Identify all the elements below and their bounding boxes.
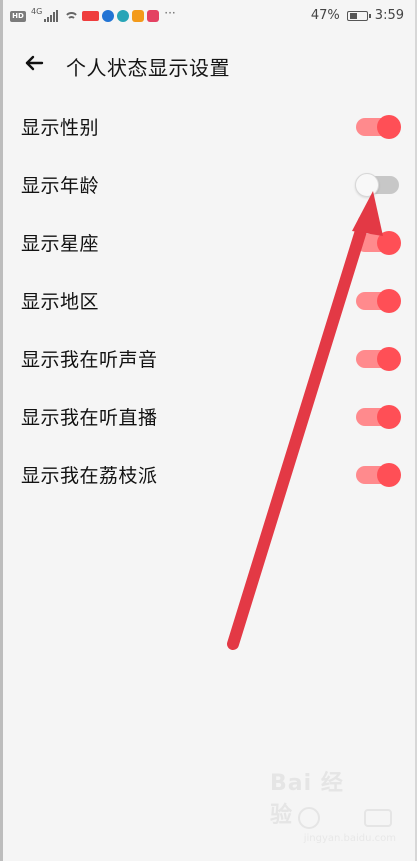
network-type-label: 4G	[31, 6, 43, 16]
setting-label: 显示我在荔枝派	[21, 465, 158, 487]
region-toggle[interactable]	[356, 289, 401, 313]
setting-row-region: 显示地区	[0, 272, 417, 330]
gender-toggle[interactable]	[356, 115, 401, 139]
paw-logo-icon	[298, 807, 320, 829]
hd-icon: HD	[10, 10, 26, 22]
toggle-knob	[355, 173, 379, 197]
battery-percentage: 47%	[310, 8, 340, 23]
setting-row-lizhi-status: 显示我在荔枝派	[0, 446, 417, 504]
arrow-left-icon	[25, 55, 44, 71]
watermark-box-icon	[364, 809, 392, 827]
listening-live-toggle[interactable]	[356, 405, 401, 429]
more-notifications-indicator: ···	[164, 6, 176, 20]
setting-label: 显示性别	[21, 117, 100, 139]
status-bar: HD 4G ··· 47% 3:59	[0, 0, 417, 34]
setting-row-listening-audio: 显示我在听声音	[0, 330, 417, 388]
music-app-icon	[102, 10, 115, 22]
setting-label: 显示我在听声音	[21, 349, 158, 371]
privacy-settings-list: 显示性别 显示年龄 显示星座 显示地区 显示我在听声音 显示我在听直播 显示我在…	[0, 98, 417, 504]
lizhi-status-toggle[interactable]	[356, 463, 401, 487]
setting-row-listening-live: 显示我在听直播	[0, 388, 417, 446]
setting-label: 显示年龄	[21, 175, 100, 197]
settings-screen: HD 4G ··· 47% 3:59 个人状态显示设置 显示性别 显示年龄 显示…	[0, 0, 417, 861]
video-app-icon	[132, 10, 145, 22]
toggle-knob	[377, 231, 401, 255]
age-toggle[interactable]	[355, 173, 399, 197]
setting-label: 显示地区	[21, 291, 100, 313]
status-time: 3:59	[374, 8, 404, 23]
notification-app-icon	[82, 11, 100, 21]
back-button[interactable]	[22, 48, 48, 78]
setting-row-zodiac: 显示星座	[0, 214, 417, 272]
toggle-knob	[377, 463, 401, 487]
watermark-brand-text: Bai 经验	[270, 771, 344, 828]
message-app-icon	[147, 10, 160, 22]
watermark-url: jingyan.baidu.com	[303, 833, 396, 844]
setting-row-gender: 显示性别	[0, 98, 417, 156]
status-right-info: 47% 3:59	[311, 8, 404, 23]
status-left-icons: HD 4G ···	[10, 6, 176, 23]
setting-row-age: 显示年龄	[0, 156, 417, 214]
toggle-knob	[377, 289, 401, 313]
toggle-knob	[377, 405, 401, 429]
page-title: 个人状态显示设置	[66, 56, 230, 80]
security-app-icon	[117, 10, 130, 22]
setting-label: 显示我在听直播	[21, 407, 158, 429]
zodiac-toggle[interactable]	[356, 231, 401, 255]
setting-label: 显示星座	[21, 233, 100, 255]
cell-signal-icon	[44, 10, 61, 22]
toggle-knob	[377, 115, 401, 139]
battery-icon	[346, 10, 371, 21]
wifi-icon	[64, 11, 80, 22]
listening-audio-toggle[interactable]	[356, 347, 401, 371]
toggle-knob	[377, 347, 401, 371]
page-header: 个人状态显示设置	[0, 34, 417, 94]
baidu-watermark: Bai 经验 jingyan.baidu.com	[270, 771, 398, 844]
